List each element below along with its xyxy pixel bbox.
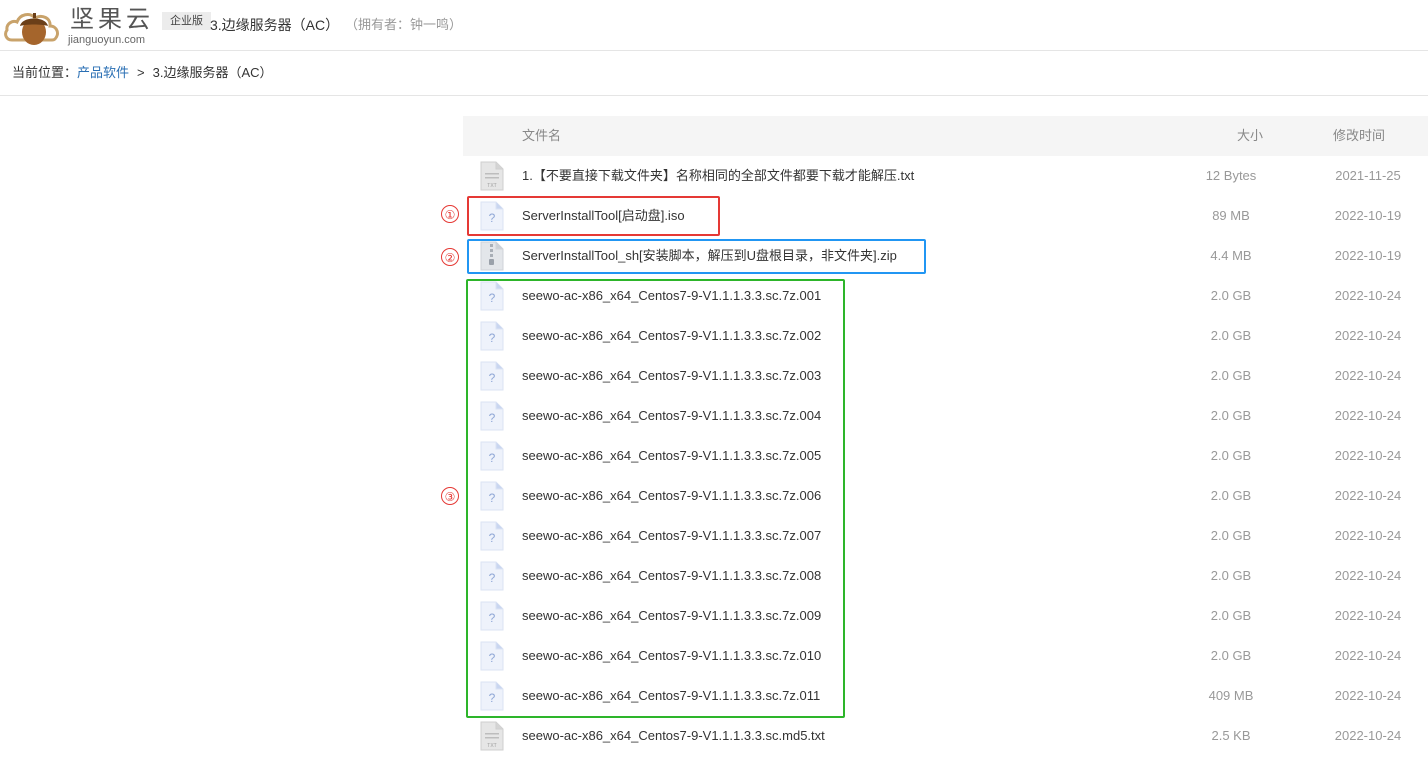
file-modified-date: 2022-10-19 <box>1334 208 1402 223</box>
divider <box>0 95 1428 96</box>
file-modified-date: 2022-10-24 <box>1334 528 1402 543</box>
annotation-marker-3: ③ <box>441 487 459 505</box>
jianguoyun-logo[interactable]: 坚果云 jianguoyun.com <box>4 2 154 48</box>
txt-file-icon: TXT <box>480 721 504 751</box>
file-size: 89 MB <box>1212 208 1250 223</box>
file-size: 2.0 GB <box>1210 448 1252 463</box>
file-size: 2.0 GB <box>1210 408 1252 423</box>
annotation-box-2 <box>467 239 926 274</box>
file-size: 2.0 GB <box>1210 648 1252 663</box>
breadcrumb-prefix: 当前位置： <box>12 65 78 80</box>
file-modified-date: 2022-10-24 <box>1334 288 1402 303</box>
file-modified-date: 2022-10-24 <box>1334 408 1402 423</box>
file-row[interactable]: TXT seewo-ac-x86_x64_Centos7-9-V1.1.1.3.3… <box>463 716 1428 756</box>
breadcrumb: 当前位置：产品软件 >3.边缘服务器（AC） <box>12 63 273 83</box>
file-size: 2.0 GB <box>1210 368 1252 383</box>
file-size: 12 Bytes <box>1205 168 1257 183</box>
file-modified-date: 2022-10-24 <box>1334 648 1402 663</box>
column-header-modified[interactable]: 修改时间 <box>1333 116 1385 156</box>
file-modified-date: 2022-10-24 <box>1334 328 1402 343</box>
acorn-cloud-icon <box>4 13 59 45</box>
file-size: 2.0 GB <box>1210 528 1252 543</box>
file-size: 2.0 GB <box>1210 328 1252 343</box>
file-size: 2.5 KB <box>1211 728 1251 743</box>
file-name-link[interactable]: 1.【不要直接下载文件夹】名称相同的全部文件都要下载才能解压.txt <box>522 156 914 196</box>
file-size: 2.0 GB <box>1210 608 1252 623</box>
file-name-link[interactable]: seewo-ac-x86_x64_Centos7-9-V1.1.1.3.3.sc… <box>522 716 825 756</box>
file-row[interactable]: TXT 1.【不要直接下载文件夹】名称相同的全部文件都要下载才能解压.txt 12 … <box>463 156 1428 196</box>
folder-title: 3.边缘服务器（AC） <box>210 17 340 33</box>
annotation-marker-1: ① <box>441 205 459 223</box>
svg-text:TXT: TXT <box>487 183 496 189</box>
breadcrumb-current: 3.边缘服务器（AC） <box>152 65 273 80</box>
txt-file-icon: TXT <box>480 161 504 191</box>
file-modified-date: 2022-10-19 <box>1334 248 1402 263</box>
top-header: 坚果云 jianguoyun.com 企业版 3.边缘服务器（AC） （拥有者：… <box>0 0 1428 51</box>
annotation-box-1 <box>467 196 720 236</box>
annotation-box-3 <box>466 279 845 718</box>
file-modified-date: 2022-10-24 <box>1334 448 1402 463</box>
file-modified-date: 2022-10-24 <box>1334 568 1402 583</box>
column-header-size[interactable]: 大小 <box>1237 116 1263 156</box>
file-modified-date: 2022-10-24 <box>1334 728 1402 743</box>
edition-badge: 企业版 <box>162 12 211 30</box>
file-modified-date: 2022-10-24 <box>1334 688 1402 703</box>
file-modified-date: 2022-10-24 <box>1334 488 1402 503</box>
file-modified-date: 2022-10-24 <box>1334 608 1402 623</box>
logo-chinese-text: 坚果云 <box>70 5 154 33</box>
file-size: 2.0 GB <box>1210 488 1252 503</box>
folder-owner: （拥有者：钟一鸣） <box>345 17 463 32</box>
file-size: 4.4 MB <box>1210 248 1252 263</box>
annotation-marker-2: ② <box>441 248 459 266</box>
column-header-name[interactable]: 文件名 <box>522 116 561 156</box>
breadcrumb-separator: > <box>137 65 145 80</box>
file-size: 2.0 GB <box>1210 288 1252 303</box>
svg-text:TXT: TXT <box>487 743 496 749</box>
table-header: 文件名 大小 修改时间 <box>463 116 1428 156</box>
file-modified-date: 2021-11-25 <box>1335 168 1401 183</box>
file-size: 2.0 GB <box>1210 568 1252 583</box>
file-modified-date: 2022-10-24 <box>1334 368 1402 383</box>
logo-domain-text: jianguoyun.com <box>68 34 146 46</box>
file-size: 409 MB <box>1208 688 1254 703</box>
breadcrumb-root-link[interactable]: 产品软件 <box>77 65 129 80</box>
